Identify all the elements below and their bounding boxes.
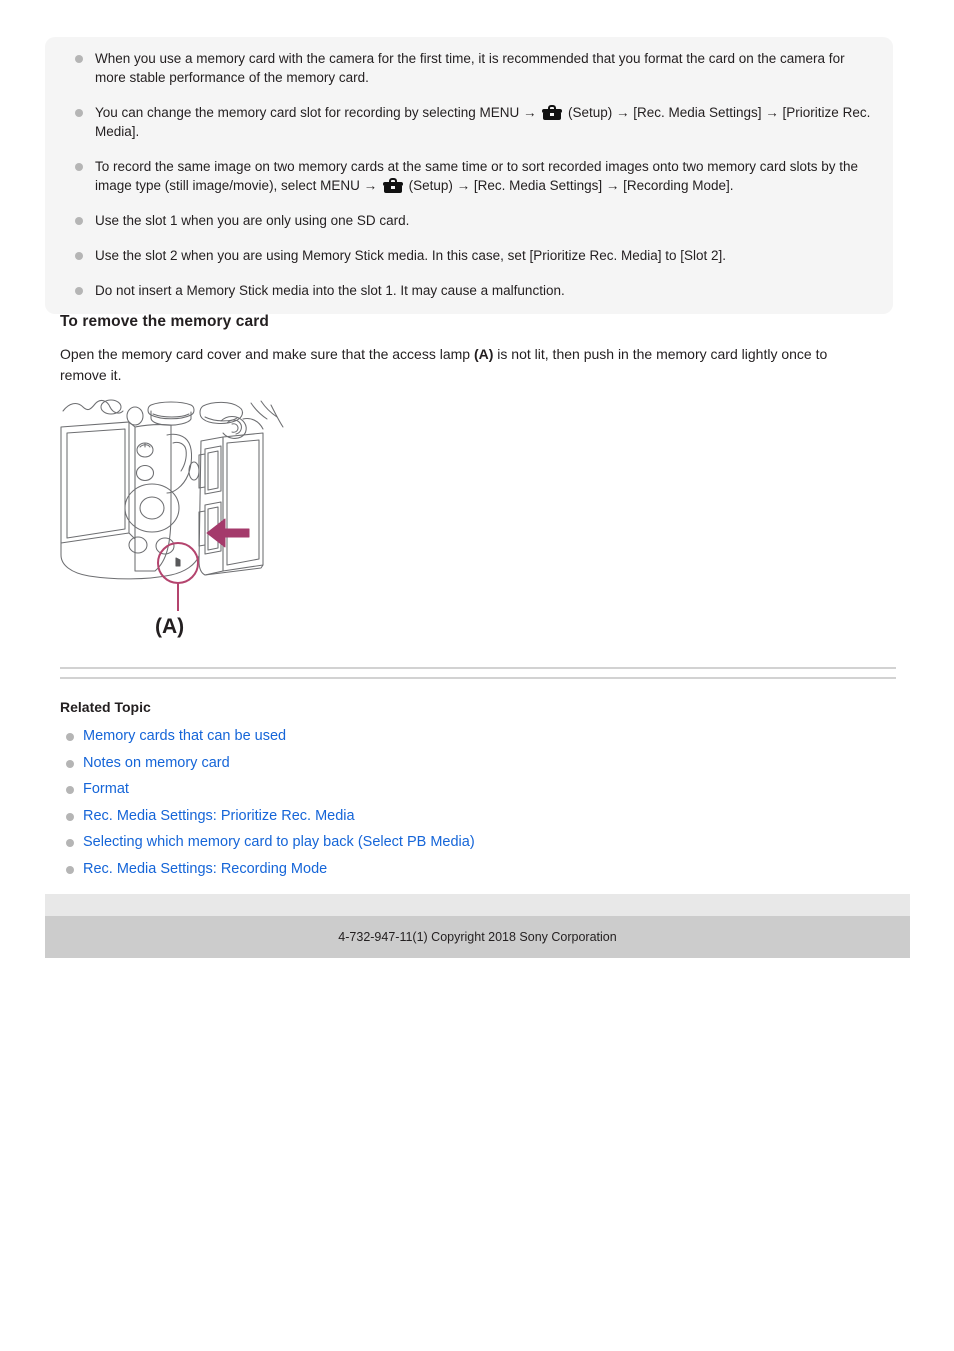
notes-list: When you use a memory card with the came… bbox=[67, 49, 871, 300]
bullet-dot-icon bbox=[75, 163, 83, 171]
bullet-dot-icon bbox=[66, 759, 74, 768]
paragraph-text-before: Open the memory card cover and make sure… bbox=[60, 346, 474, 362]
note-change-slot: You can change the memory card slot for … bbox=[67, 103, 871, 141]
section-divider bbox=[60, 667, 896, 679]
bullet-dot-icon bbox=[66, 812, 74, 821]
note-slot-1-sd: Use the slot 1 when you are only using o… bbox=[67, 211, 871, 230]
footer-bar: 4-732-947-11(1) Copyright 2018 Sony Corp… bbox=[45, 916, 910, 958]
note-record-two-cards: To record the same image on two memory c… bbox=[67, 157, 871, 195]
bullet-dot-icon bbox=[75, 287, 83, 295]
related-topic-item: Rec. Media Settings: Prioritize Rec. Med… bbox=[60, 803, 760, 830]
related-topic-item: Selecting which memory card to play back… bbox=[60, 829, 760, 856]
related-topic-item: Rec. Media Settings: Recording Mode bbox=[60, 856, 760, 883]
related-topic-list: Memory cards that can be used Notes on me… bbox=[60, 723, 760, 882]
note-text: Do not insert a Memory Stick media into … bbox=[95, 283, 565, 298]
note-no-ms-slot-1: Do not insert a Memory Stick media into … bbox=[67, 281, 871, 300]
related-topic-heading: Related Topic bbox=[60, 699, 151, 715]
notes-callout-box: When you use a memory card with the came… bbox=[45, 37, 893, 314]
bullet-dot-icon bbox=[66, 733, 74, 741]
section-heading-remove-memory-card: To remove the memory card bbox=[60, 313, 269, 330]
note-format-card: When you use a memory card with the came… bbox=[67, 49, 871, 87]
related-topic-item: Notes on memory card bbox=[60, 750, 760, 777]
footer-copyright: 4-732-947-11(1) Copyright 2018 Sony Corp… bbox=[338, 930, 617, 944]
related-topic-item: Format bbox=[60, 776, 760, 803]
access-lamp-callout: (A) bbox=[155, 542, 199, 638]
bullet-dot-icon bbox=[66, 786, 74, 794]
related-topic-link-0[interactable]: Memory cards that can be used bbox=[83, 728, 286, 744]
divider-rule-top bbox=[60, 667, 896, 669]
bullet-dot-icon bbox=[75, 217, 83, 225]
note-text: (Setup) → [Rec. Media Settings] → [Recor… bbox=[404, 178, 734, 193]
related-topic-link-4[interactable]: Selecting which memory card to play back… bbox=[83, 834, 475, 850]
related-topic-link-5[interactable]: Rec. Media Settings: Recording Mode bbox=[83, 861, 327, 877]
related-topic-item: Memory cards that can be used bbox=[60, 723, 760, 750]
bullet-dot-icon bbox=[66, 865, 74, 874]
camera-memory-card-slot-diagram: (A) bbox=[55, 393, 305, 643]
note-text: Use the slot 2 when you are using Memory… bbox=[95, 248, 727, 263]
setup-toolbox-icon bbox=[382, 178, 403, 193]
setup-toolbox-icon bbox=[542, 105, 563, 120]
bullet-dot-icon bbox=[66, 839, 74, 847]
bullet-dot-icon bbox=[75, 252, 83, 260]
paragraph-reference-a: (A) bbox=[473, 346, 494, 362]
note-text: You can change the memory card slot for … bbox=[95, 105, 541, 120]
bullet-dot-icon bbox=[75, 55, 83, 63]
related-topic-link-3[interactable]: Rec. Media Settings: Prioritize Rec. Med… bbox=[83, 808, 355, 824]
callout-label-a: (A) bbox=[155, 615, 184, 638]
note-text: When you use a memory card with the came… bbox=[95, 51, 845, 85]
footer-top-band bbox=[45, 894, 910, 916]
related-topic-link-1[interactable]: Notes on memory card bbox=[83, 755, 230, 771]
bullet-dot-icon bbox=[75, 109, 83, 117]
insert-direction-arrow bbox=[206, 518, 250, 548]
note-slot-2-ms: Use the slot 2 when you are using Memory… bbox=[67, 246, 871, 265]
related-topic-link-2[interactable]: Format bbox=[83, 781, 129, 797]
divider-rule-bottom bbox=[60, 677, 896, 679]
note-text: Use the slot 1 when you are only using o… bbox=[95, 213, 410, 228]
section-paragraph: Open the memory card cover and make sure… bbox=[60, 344, 866, 386]
